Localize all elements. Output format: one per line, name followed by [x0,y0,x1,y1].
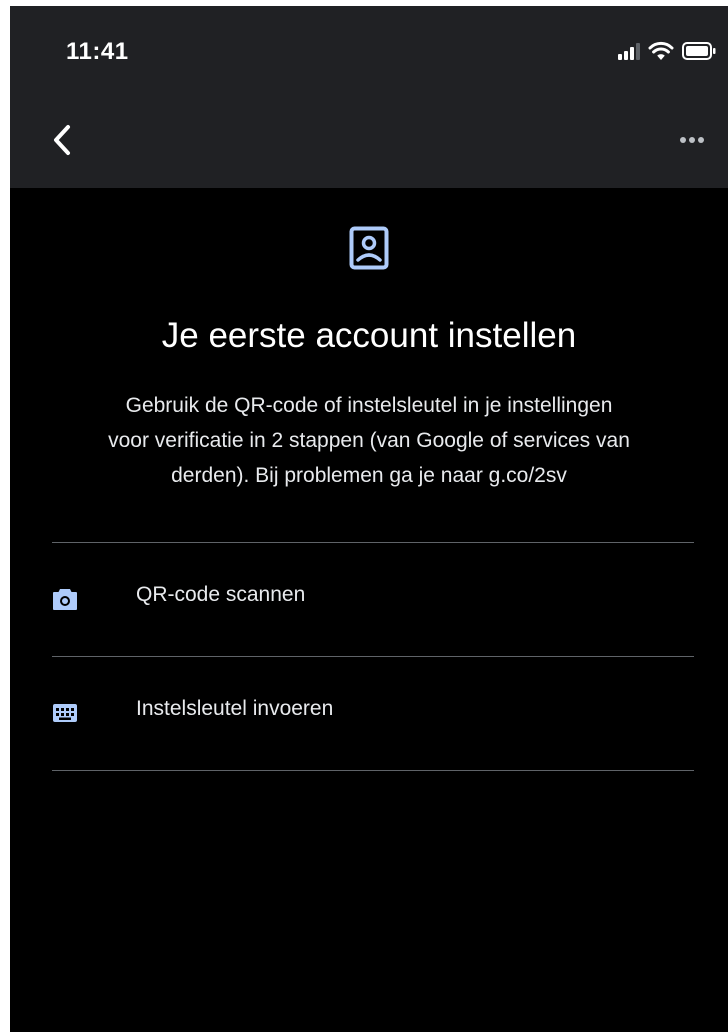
chevron-left-icon [54,125,70,155]
more-options-button[interactable] [670,120,714,160]
camera-icon [53,589,77,610]
page-title: Je eerste account instellen [161,316,577,355]
description-line: Gebruik de QR-code of instelsleutel in j… [125,394,613,417]
wifi-icon [648,41,674,61]
more-horizontal-icon [680,137,704,143]
description-line: voor verificatie in 2 stappen (van Googl… [108,429,630,452]
status-time: 11:41 [66,38,129,65]
signal-icon [618,42,642,60]
scan-qr-code-label: QR-code scannen [136,583,306,606]
enter-setup-key-option[interactable]: Instelsleutel invoeren [52,657,694,769]
description-line: derden). Bij problemen ga je naar g.co/2… [171,464,567,487]
enter-setup-key-label: Instelsleutel invoeren [136,697,334,720]
page-description: Gebruik de QR-code of instelsleutel in j… [50,388,688,493]
divider [52,770,694,771]
back-button[interactable] [40,120,84,160]
navigation-bar [10,106,728,176]
keyboard-icon [53,704,77,722]
header-area: 11:41 [10,6,728,188]
battery-icon [682,42,716,60]
status-icons [618,40,716,62]
status-bar: 11:41 [10,6,728,86]
account-box-icon [349,226,389,270]
app-screen: 11:41 Je eerste account instellen Gebrui… [10,6,728,1032]
scan-qr-code-option[interactable]: QR-code scannen [52,543,694,655]
